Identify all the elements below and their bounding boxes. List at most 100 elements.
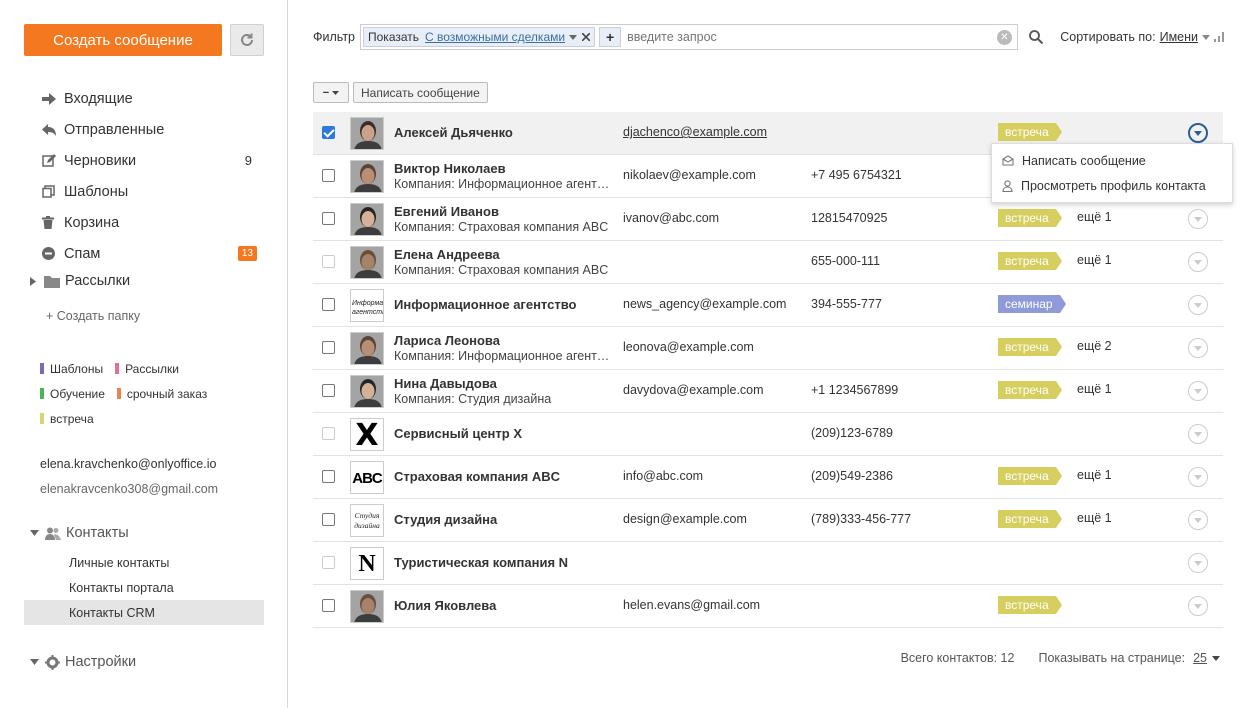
tag-meeting[interactable]: встреча (40, 412, 94, 426)
close-icon[interactable] (582, 33, 591, 41)
contact-name[interactable]: Юлия Яковлева (394, 598, 614, 613)
row-menu-button[interactable] (1188, 295, 1208, 315)
table-row[interactable]: Лариса Леонова Компания: Информационное а… (313, 327, 1223, 370)
table-row[interactable]: Нина Давыдова Компания: Студия дизайна dav… (313, 370, 1223, 413)
contact-email[interactable]: djachenco@example.com (623, 125, 767, 139)
table-row[interactable]: Юлия Яковлева helen.evans@gmail.com встреч… (313, 585, 1223, 628)
filter-chip[interactable]: Показать С возможными сделками (363, 27, 596, 47)
contact-email[interactable]: nikolaev@example.com (623, 168, 756, 182)
menu-item-write-message[interactable]: Написать сообщение (992, 148, 1232, 173)
contact-tag[interactable]: встреча (998, 510, 1062, 528)
contact-name[interactable]: Туристическая компания N (394, 555, 614, 570)
account-item[interactable]: elena.kravchenko@onlyoffice.io (40, 452, 218, 477)
sort-order-icon[interactable] (1214, 32, 1224, 42)
row-menu-button[interactable] (1188, 596, 1208, 616)
tag-mailing[interactable]: Рассылки (115, 362, 179, 376)
more-tags[interactable]: ещё 1 (1077, 511, 1112, 525)
row-checkbox[interactable] (322, 298, 335, 311)
folder-mailing[interactable]: Рассылки (30, 273, 130, 289)
write-message-button[interactable]: Написать сообщение (353, 82, 488, 103)
contacts-section-toggle[interactable]: Контакты (30, 525, 129, 541)
chevron-down-icon[interactable] (569, 34, 578, 40)
contact-email[interactable]: ivanov@abc.com (623, 211, 719, 225)
row-menu-button[interactable] (1188, 252, 1208, 272)
row-checkbox[interactable] (322, 470, 335, 483)
contact-tag[interactable]: встреча (998, 252, 1062, 270)
folder-templates[interactable]: Шаблоны (40, 176, 264, 207)
select-dropdown-button[interactable]: − (313, 82, 349, 103)
contact-email[interactable]: design@example.com (623, 512, 747, 526)
contact-name[interactable]: Сервисный центр X (394, 426, 614, 441)
per-page-value[interactable]: 25 (1193, 651, 1207, 665)
create-folder-link[interactable]: + Создать папку (46, 309, 140, 323)
row-checkbox[interactable] (322, 341, 335, 354)
folder-inbox[interactable]: Входящие (40, 83, 264, 114)
row-menu-button[interactable] (1188, 338, 1208, 358)
tag-training[interactable]: Обучение (40, 387, 105, 401)
search-input[interactable] (627, 30, 988, 44)
tag-templates[interactable]: Шаблоны (40, 362, 103, 376)
contact-name[interactable]: Алексей Дьяченко (394, 125, 614, 140)
table-row[interactable]: N Туристическая компания N (313, 542, 1223, 585)
folder-drafts[interactable]: Черновики 9 (40, 145, 264, 176)
row-menu-button[interactable] (1188, 553, 1208, 573)
row-menu-button[interactable] (1188, 467, 1208, 487)
table-row[interactable]: X Сервисный центр X (209)123-6789 (313, 413, 1223, 456)
contact-name[interactable]: Студия дизайна (394, 512, 614, 527)
row-checkbox[interactable] (322, 212, 335, 225)
row-menu-button[interactable] (1188, 123, 1208, 143)
folder-sent[interactable]: Отправленные (40, 114, 264, 145)
filter-chip-value[interactable]: С возможными сделками (425, 30, 565, 44)
sort-value[interactable]: Имени (1160, 30, 1198, 44)
crm-contacts-link[interactable]: Контакты CRM (24, 600, 264, 625)
contact-email[interactable]: leonova@example.com (623, 340, 754, 354)
more-tags[interactable]: ещё 2 (1077, 339, 1112, 353)
contact-tag[interactable]: встреча (998, 123, 1062, 141)
chevron-down-icon[interactable] (1202, 34, 1210, 40)
contact-tag[interactable]: встреча (998, 381, 1062, 399)
search-button[interactable] (1026, 27, 1046, 47)
contact-name[interactable]: Информационное агентство (394, 297, 614, 312)
menu-item-view-profile[interactable]: Просмотреть профиль контакта (992, 173, 1232, 198)
personal-contacts-link[interactable]: Личные контакты (24, 550, 264, 575)
folder-spam[interactable]: Спам 13 (40, 238, 264, 269)
chevron-down-icon[interactable] (1212, 655, 1220, 661)
clear-search-icon[interactable]: ✕ (997, 30, 1012, 45)
contact-tag[interactable]: встреча (998, 209, 1062, 227)
row-menu-button[interactable] (1188, 424, 1208, 444)
portal-contacts-link[interactable]: Контакты портала (24, 575, 264, 600)
contact-email[interactable]: news_agency@example.com (623, 297, 786, 311)
create-message-button[interactable]: Создать сообщение (24, 24, 222, 56)
contact-email[interactable]: info@abc.com (623, 469, 703, 483)
contact-tag[interactable]: встреча (998, 467, 1062, 485)
contact-name[interactable]: Виктор Николаев (394, 161, 614, 176)
contact-email[interactable]: davydova@example.com (623, 383, 764, 397)
table-row[interactable]: Студия дизайна Студия дизайна design@examp… (313, 499, 1223, 542)
settings-section-toggle[interactable]: Настройки (30, 654, 136, 670)
more-tags[interactable]: ещё 1 (1077, 253, 1112, 267)
account-item[interactable]: elenakravcenko308@gmail.com (40, 477, 218, 502)
table-row[interactable]: Елена Андреева Компания: Страховая компан… (313, 241, 1223, 284)
row-menu-button[interactable] (1188, 381, 1208, 401)
contact-name[interactable]: Нина Давыдова (394, 376, 614, 391)
contact-name[interactable]: Елена Андреева (394, 247, 614, 262)
row-checkbox[interactable] (322, 126, 335, 139)
add-filter-button[interactable]: + (599, 27, 622, 47)
row-menu-button[interactable] (1188, 510, 1208, 530)
contact-name[interactable]: Лариса Леонова (394, 333, 614, 348)
row-checkbox[interactable] (322, 169, 335, 182)
contact-name[interactable]: Евгений Иванов (394, 204, 614, 219)
contact-name[interactable]: Страховая компания ABC (394, 469, 614, 484)
contact-email[interactable]: helen.evans@gmail.com (623, 598, 760, 612)
more-tags[interactable]: ещё 1 (1077, 468, 1112, 482)
contact-tag[interactable]: встреча (998, 338, 1062, 356)
contact-tag[interactable]: семинар (998, 295, 1066, 313)
contact-tag[interactable]: встреча (998, 596, 1062, 614)
row-checkbox[interactable] (322, 599, 335, 612)
table-row[interactable]: Информационное агентство Информационное а… (313, 284, 1223, 327)
folder-trash[interactable]: Корзина (40, 207, 264, 238)
table-row[interactable]: Евгений Иванов Компания: Страховая компан… (313, 198, 1223, 241)
row-menu-button[interactable] (1188, 209, 1208, 229)
more-tags[interactable]: ещё 1 (1077, 382, 1112, 396)
table-row[interactable]: ABC Страховая компания ABC info@abc.com (20… (313, 456, 1223, 499)
